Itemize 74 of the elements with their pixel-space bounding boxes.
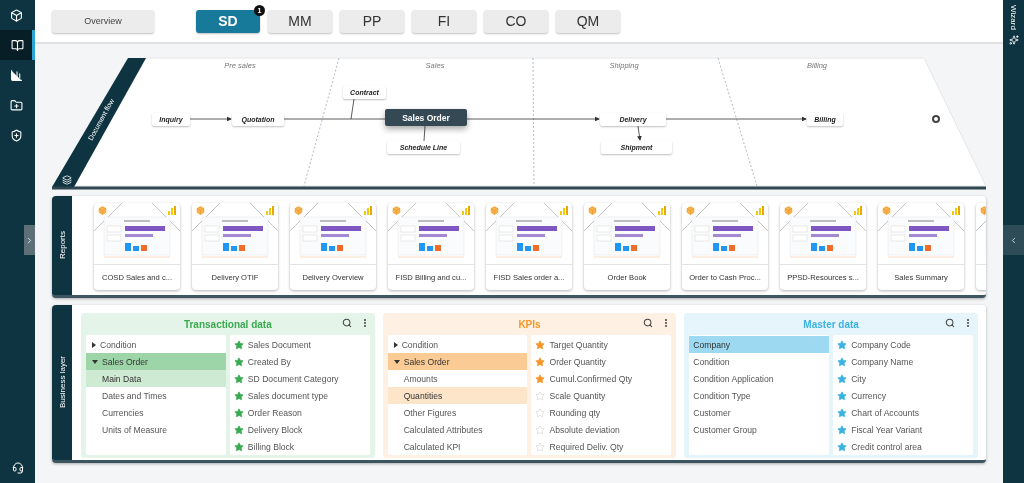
star-icon[interactable]	[233, 339, 244, 350]
circle-icon[interactable]	[932, 115, 940, 123]
panel-title: Master data	[803, 318, 859, 330]
layers-icon[interactable]	[62, 175, 72, 185]
tree-item[interactable]: Sales Order	[387, 353, 528, 370]
section-label: Reports	[57, 231, 67, 260]
tree-item[interactable]: Company	[689, 336, 830, 353]
search-icon[interactable]	[643, 318, 654, 328]
star-icon[interactable]	[535, 390, 546, 401]
caret-icon[interactable]	[393, 341, 398, 348]
star-icon[interactable]	[837, 356, 848, 367]
star-icon[interactable]	[837, 339, 848, 350]
field-item[interactable]: Target Quantity	[531, 336, 672, 353]
flow-node[interactable]: Sales Order	[385, 109, 467, 126]
star-icon[interactable]	[837, 373, 848, 384]
bar-chart-icon	[560, 206, 568, 215]
star-icon[interactable]	[233, 373, 244, 384]
bar-chart-icon	[462, 206, 470, 215]
cube-icon	[686, 206, 695, 215]
panel-title: KPIs	[518, 318, 541, 330]
star-icon[interactable]	[535, 424, 546, 435]
bar-chart-icon	[658, 206, 666, 215]
expand-handle[interactable]	[24, 225, 35, 255]
overview-button[interactable]: Overview	[52, 9, 154, 33]
tree-item[interactable]: Sales Order	[86, 353, 226, 370]
star-icon[interactable]	[233, 407, 244, 418]
star-icon[interactable]	[837, 441, 848, 452]
module-tab[interactable]: MM	[268, 9, 332, 33]
cube-icon	[784, 206, 793, 215]
star-icon[interactable]	[837, 424, 848, 435]
star-icon[interactable]	[837, 390, 848, 401]
flow-connector	[423, 125, 426, 142]
module-tab[interactable]: FI	[412, 9, 476, 33]
bar-chart-icon	[266, 206, 274, 215]
star-icon[interactable]	[233, 441, 244, 452]
field-item[interactable]: Sales Document	[229, 336, 370, 353]
tree-item[interactable]: Main Data	[86, 370, 226, 387]
panel-title: Transactional data	[183, 318, 272, 330]
cube-icon	[490, 206, 499, 215]
search-icon[interactable]	[341, 318, 352, 328]
module-tab[interactable]: CO	[484, 9, 548, 33]
cube-icon	[588, 206, 597, 215]
field-item[interactable]: Company Code	[833, 336, 973, 353]
star-icon[interactable]	[233, 390, 244, 401]
sparkle-icon[interactable]	[1008, 34, 1019, 45]
collapse-handle[interactable]	[1003, 225, 1024, 255]
caret-icon[interactable]	[92, 341, 96, 348]
tree-item[interactable]: Quantities	[387, 387, 528, 404]
cube-icon	[196, 206, 205, 215]
caret-icon[interactable]	[92, 359, 98, 364]
cube-icon	[294, 206, 303, 215]
book-icon[interactable]	[0, 30, 35, 60]
star-icon[interactable]	[233, 356, 244, 367]
star-icon[interactable]	[535, 339, 546, 350]
bar-chart-icon	[168, 206, 176, 215]
star-icon[interactable]	[233, 424, 244, 435]
bar-chart-icon	[952, 206, 960, 215]
search-icon[interactable]	[945, 318, 955, 328]
star-icon[interactable]	[535, 356, 546, 367]
wizard-label[interactable]: Wizard	[1009, 5, 1018, 30]
module-tab[interactable]: PP	[340, 9, 404, 33]
star-icon[interactable]	[535, 373, 546, 384]
star-icon[interactable]	[535, 407, 546, 418]
bar-chart-icon	[364, 206, 372, 215]
cube-icon	[98, 206, 107, 215]
star-icon[interactable]	[837, 407, 848, 418]
bar-chart-icon	[854, 206, 862, 215]
caret-icon[interactable]	[393, 359, 400, 364]
star-icon[interactable]	[535, 441, 546, 452]
module-tab[interactable]: QM	[556, 9, 620, 33]
cube-icon	[882, 206, 891, 215]
section-label: Business layer	[57, 356, 67, 409]
cube-icon	[392, 206, 401, 215]
bar-chart-icon	[756, 206, 764, 215]
